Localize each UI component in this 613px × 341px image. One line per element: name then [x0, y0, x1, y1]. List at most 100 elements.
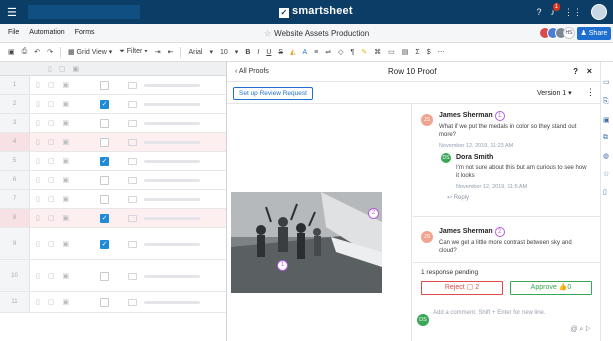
- table-row[interactable]: 3 ▯ ▢ ▣: [0, 114, 226, 133]
- table-row[interactable]: 9 ▯ ▢ ▣ ✓: [0, 228, 226, 260]
- forms-icon[interactable]: ▯: [603, 188, 607, 196]
- attachment-icon[interactable]: ▯: [36, 195, 40, 203]
- row-checkbox[interactable]: ✓: [100, 239, 109, 249]
- comment-icon[interactable]: ▢: [48, 119, 55, 127]
- comment-icon[interactable]: ▢: [48, 81, 55, 89]
- comment-icon[interactable]: ▢: [48, 214, 55, 222]
- user-avatar[interactable]: [591, 4, 607, 20]
- chart-icon[interactable]: ▤: [402, 48, 409, 56]
- annotation-pin[interactable]: 2: [368, 208, 379, 219]
- comment-icon[interactable]: ▢: [48, 157, 55, 165]
- bold-button[interactable]: B: [245, 49, 250, 56]
- row-checkbox[interactable]: [100, 298, 109, 307]
- collaborator-avatars[interactable]: HS: [539, 27, 575, 39]
- global-search-input[interactable]: [28, 5, 140, 19]
- share-button[interactable]: ♟ Share: [577, 27, 611, 40]
- comment-icon[interactable]: ▢: [48, 195, 55, 203]
- proof-icon[interactable]: ▣: [62, 214, 69, 222]
- clear-format-icon[interactable]: ◇: [338, 48, 343, 56]
- row-checkbox[interactable]: ✓: [100, 157, 109, 166]
- comment-input[interactable]: Add a comment. Shift + Enter for new lin…: [433, 310, 546, 316]
- table-row[interactable]: 10 ▯ ▢ ▣: [0, 260, 226, 292]
- menu-automation[interactable]: Automation: [29, 29, 64, 36]
- text-color-icon[interactable]: A: [302, 49, 307, 56]
- comment-icon[interactable]: ▢: [48, 298, 55, 306]
- attachment-icon[interactable]: ▯: [36, 81, 40, 89]
- comment-icon[interactable]: ▢: [48, 272, 55, 280]
- help-icon[interactable]: ?: [536, 7, 541, 17]
- attachments-icon[interactable]: ⎘: [603, 98, 609, 106]
- table-row[interactable]: 4 ▯ ▢ ▣: [0, 133, 226, 152]
- save-icon[interactable]: ▣: [8, 48, 15, 56]
- row-checkbox[interactable]: ✓: [100, 214, 109, 223]
- more-icon[interactable]: ⋯: [438, 48, 445, 56]
- row-checkbox[interactable]: [100, 176, 109, 185]
- proof-icon[interactable]: ▣: [62, 176, 69, 184]
- row-checkbox[interactable]: ✓: [100, 100, 109, 109]
- attachment-icon[interactable]: ▯: [36, 119, 40, 127]
- wrap-icon[interactable]: ⇌: [325, 48, 331, 56]
- indent-icon[interactable]: ⇥: [155, 48, 161, 56]
- send-icon[interactable]: ▷: [585, 326, 591, 333]
- back-to-proofs-link[interactable]: ‹ All Proofs: [235, 68, 269, 75]
- row-checkbox[interactable]: [100, 81, 109, 90]
- menu-file[interactable]: File: [8, 29, 19, 36]
- currency-button[interactable]: $: [427, 49, 431, 56]
- attachment-icon[interactable]: ▯: [36, 240, 40, 248]
- row-checkbox[interactable]: [100, 119, 109, 128]
- table-row[interactable]: 5 ▯ ▢ ▣ ✓: [0, 152, 226, 171]
- summary-icon[interactable]: ☆: [603, 170, 609, 178]
- view-selector[interactable]: ▦ Grid View ▾: [68, 48, 112, 56]
- update-requests-icon[interactable]: ⧉: [603, 134, 608, 142]
- row-checkbox[interactable]: [100, 195, 109, 204]
- activity-log-icon[interactable]: ◍: [603, 152, 609, 160]
- comment-icon[interactable]: ▢: [48, 100, 55, 108]
- paragraph-icon[interactable]: ¶: [350, 49, 354, 56]
- attach-icon[interactable]: ⌕: [580, 326, 584, 333]
- apps-icon[interactable]: ⋮⋮: [564, 7, 582, 18]
- help-icon[interactable]: ?: [573, 67, 578, 76]
- table-row[interactable]: 2 ▯ ▢ ▣ ✓: [0, 95, 226, 114]
- proof-icon[interactable]: ▣: [62, 298, 69, 306]
- italic-button[interactable]: I: [257, 49, 259, 56]
- attachment-icon[interactable]: ▯: [36, 100, 40, 108]
- conversations-icon[interactable]: ▭: [603, 78, 610, 86]
- proof-icon[interactable]: ▣: [62, 119, 69, 127]
- menu-icon[interactable]: ☰: [7, 6, 17, 19]
- mention-icon[interactable]: @: [570, 326, 577, 333]
- filter-button[interactable]: ⏷ Filter ▾: [119, 48, 147, 56]
- annotation-pin[interactable]: 1: [277, 260, 288, 271]
- undo-icon[interactable]: ↶: [34, 48, 40, 56]
- attachment-icon[interactable]: ▯: [36, 138, 40, 146]
- attachment-icon[interactable]: ▯: [36, 214, 40, 222]
- menu-forms[interactable]: Forms: [75, 29, 95, 36]
- favorite-star-icon[interactable]: ☆: [264, 29, 271, 38]
- proof-icon[interactable]: ▣: [62, 195, 69, 203]
- size-select[interactable]: 10: [220, 49, 228, 56]
- proof-icon[interactable]: ▣: [62, 240, 69, 248]
- link-icon[interactable]: ⌘: [374, 48, 381, 56]
- reject-button[interactable]: Reject ▢ 2: [421, 281, 503, 295]
- more-options-icon[interactable]: ⋮: [586, 87, 595, 98]
- font-select[interactable]: Arial: [188, 49, 202, 56]
- strikethrough-button[interactable]: S: [278, 49, 283, 56]
- table-row[interactable]: 1 ▯ ▢ ▣: [0, 76, 226, 95]
- print-icon[interactable]: ⎙: [22, 48, 28, 56]
- table-row[interactable]: 6 ▯ ▢ ▣: [0, 171, 226, 190]
- sum-button[interactable]: Σ: [415, 49, 419, 56]
- table-row[interactable]: 7 ▯ ▢ ▣: [0, 190, 226, 209]
- comment-icon[interactable]: ▢: [48, 138, 55, 146]
- close-icon[interactable]: ×: [587, 66, 592, 76]
- reply-link[interactable]: ↩ Reply: [447, 194, 469, 201]
- attachment-icon[interactable]: ▯: [36, 176, 40, 184]
- proof-icon[interactable]: ▣: [62, 100, 69, 108]
- approve-button[interactable]: Approve 👍0: [510, 281, 592, 295]
- comment-icon[interactable]: ▢: [48, 240, 55, 248]
- proof-icon[interactable]: ▣: [62, 138, 69, 146]
- image-icon[interactable]: ▭: [388, 48, 395, 56]
- proof-icon[interactable]: ▣: [62, 81, 69, 89]
- proof-photo[interactable]: 1: [231, 192, 382, 293]
- comment-pin-number[interactable]: 1: [494, 111, 505, 121]
- table-row[interactable]: 8 ▯ ▢ ▣ ✓: [0, 209, 226, 228]
- outdent-icon[interactable]: ⇤: [168, 48, 174, 56]
